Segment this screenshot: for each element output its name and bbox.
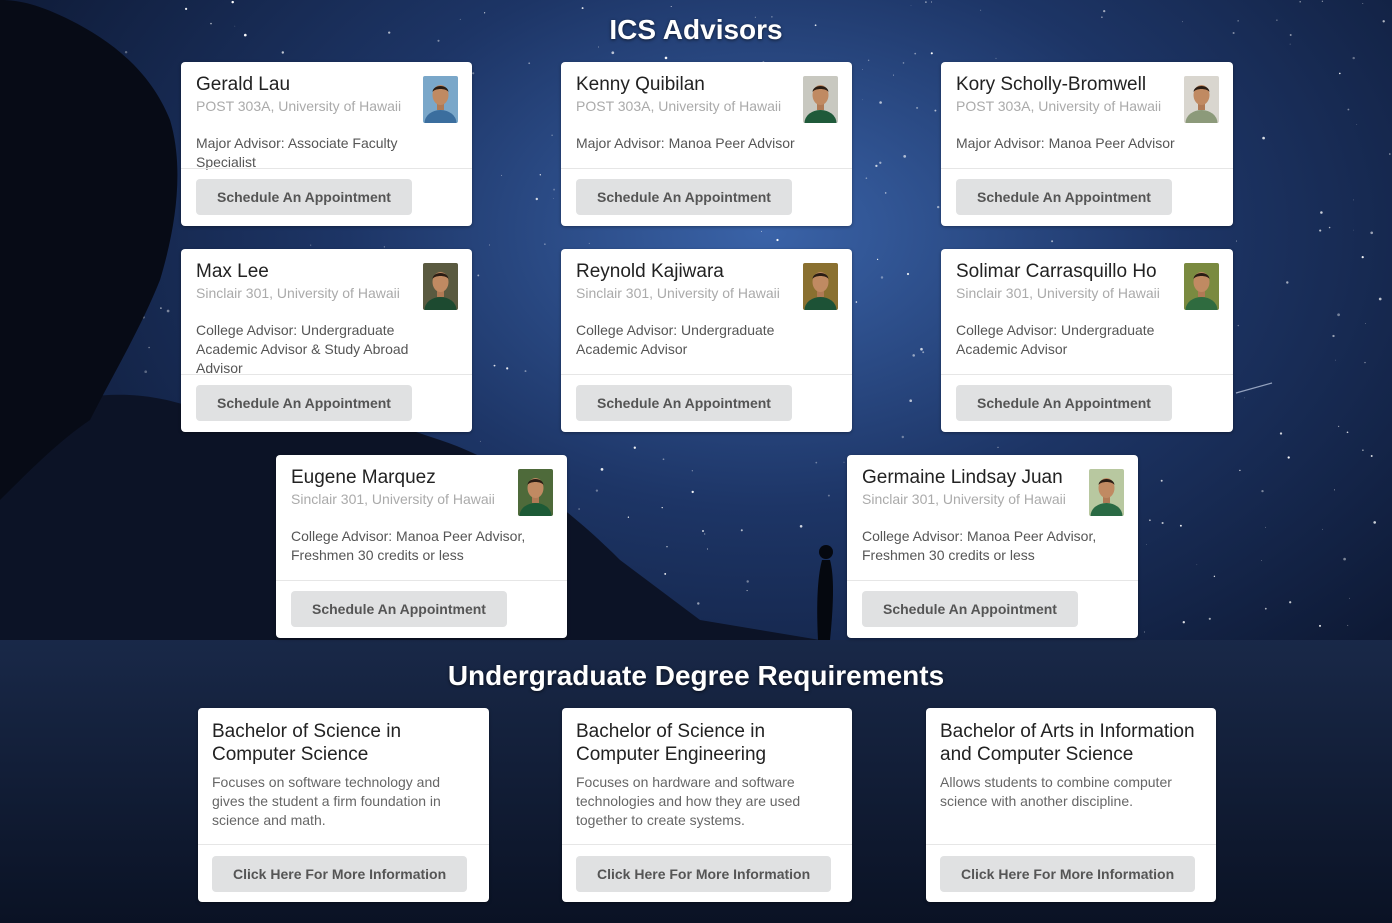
- advisor-role: College Advisor: Undergraduate Academic …: [576, 322, 775, 357]
- advisor-card-germaine-lindsay-juan: Germaine Lindsay Juan Sinclair 301, Univ…: [847, 455, 1138, 638]
- advisor-role: College Advisor: Manoa Peer Advisor, Fre…: [291, 528, 526, 563]
- avatar: [803, 263, 838, 310]
- advisor-role: College Advisor: Undergraduate Academic …: [956, 322, 1155, 357]
- advisor-card-kenny-quibilan: Kenny Quibilan POST 303A, University of …: [561, 62, 852, 226]
- advisor-name: Eugene Marquez: [291, 467, 436, 488]
- schedule-appointment-button[interactable]: Schedule An Appointment: [862, 591, 1078, 627]
- avatar: [1184, 263, 1219, 310]
- advisor-location: POST 303A, University of Hawaii: [196, 98, 402, 114]
- advisor-name: Solimar Carrasquillo Ho: [956, 261, 1157, 282]
- degree-card-ba-information-computer-science: Bachelor of Arts in Information and Comp…: [926, 708, 1216, 902]
- schedule-appointment-button[interactable]: Schedule An Appointment: [956, 385, 1172, 421]
- advisors-heading: ICS Advisors: [609, 14, 783, 45]
- more-information-button[interactable]: Click Here For More Information: [212, 856, 468, 892]
- advisor-location: POST 303A, University of Hawaii: [956, 98, 1162, 114]
- advisor-location: Sinclair 301, University of Hawaii: [576, 285, 780, 301]
- avatar: [423, 76, 458, 123]
- advisor-name: Germaine Lindsay Juan: [862, 467, 1063, 488]
- degree-description: Allows students to combine computer scie…: [940, 774, 1172, 809]
- person-silhouette: [817, 560, 833, 640]
- advisor-role: Major Advisor: Associate Faculty Special…: [196, 135, 398, 170]
- degree-title: Bachelor of Arts in Information and Comp…: [940, 721, 1195, 765]
- advisor-location: Sinclair 301, University of Hawaii: [956, 285, 1160, 301]
- advisor-card-eugene-marquez: Eugene Marquez Sinclair 301, University …: [276, 455, 567, 638]
- avatar: [1184, 76, 1219, 123]
- degree-description: Focuses on software technology and gives…: [212, 774, 441, 828]
- schedule-appointment-button[interactable]: Schedule An Appointment: [291, 591, 507, 627]
- advisor-location: Sinclair 301, University of Hawaii: [196, 285, 400, 301]
- more-information-button[interactable]: Click Here For More Information: [940, 856, 1196, 892]
- avatar: [423, 263, 458, 310]
- advisor-location: Sinclair 301, University of Hawaii: [291, 491, 495, 507]
- advisor-name: Reynold Kajiwara: [576, 261, 724, 282]
- avatar: [518, 469, 553, 516]
- schedule-appointment-button[interactable]: Schedule An Appointment: [196, 385, 412, 421]
- advisor-role: College Advisor: Undergraduate Academic …: [196, 322, 409, 376]
- advisor-name: Kenny Quibilan: [576, 74, 705, 95]
- advisor-role: Major Advisor: Manoa Peer Advisor: [576, 135, 795, 151]
- degree-card-bs-computer-science: Bachelor of Science in Computer Science …: [198, 708, 489, 902]
- degree-title: Bachelor of Science in Computer Engineer…: [576, 721, 767, 765]
- schedule-appointment-button[interactable]: Schedule An Appointment: [576, 179, 792, 215]
- advisor-role: College Advisor: Manoa Peer Advisor, Fre…: [862, 528, 1097, 563]
- degree-title: Bachelor of Science in Computer Science: [212, 721, 402, 765]
- degrees-heading: Undergraduate Degree Requirements: [447, 660, 945, 691]
- advisor-location: POST 303A, University of Hawaii: [576, 98, 782, 114]
- advisor-role: Major Advisor: Manoa Peer Advisor: [956, 135, 1175, 151]
- advisor-card-kory-scholly-bromwell: Kory Scholly-Bromwell POST 303A, Univers…: [941, 62, 1233, 226]
- more-information-button[interactable]: Click Here For More Information: [576, 856, 832, 892]
- advisor-name: Gerald Lau: [196, 74, 291, 95]
- advisor-name: Kory Scholly-Bromwell: [956, 74, 1147, 95]
- schedule-appointment-button[interactable]: Schedule An Appointment: [576, 385, 792, 421]
- advisor-card-solimar-carrasquillo-ho: Solimar Carrasquillo Ho Sinclair 301, Un…: [941, 249, 1233, 432]
- advisor-location: Sinclair 301, University of Hawaii: [862, 491, 1066, 507]
- advisor-card-gerald-lau: Gerald Lau POST 303A, University of Hawa…: [181, 62, 472, 226]
- advisor-name: Max Lee: [196, 261, 269, 282]
- degree-card-bs-computer-engineering: Bachelor of Science in Computer Engineer…: [562, 708, 852, 902]
- advisor-card-reynold-kajiwara: Reynold Kajiwara Sinclair 301, Universit…: [561, 249, 852, 432]
- degree-description: Focuses on hardware and software technol…: [576, 774, 801, 828]
- avatar: [803, 76, 838, 123]
- schedule-appointment-button[interactable]: Schedule An Appointment: [196, 179, 412, 215]
- schedule-appointment-button[interactable]: Schedule An Appointment: [956, 179, 1172, 215]
- advisor-card-max-lee: Max Lee Sinclair 301, University of Hawa…: [181, 249, 472, 432]
- avatar: [1089, 469, 1124, 516]
